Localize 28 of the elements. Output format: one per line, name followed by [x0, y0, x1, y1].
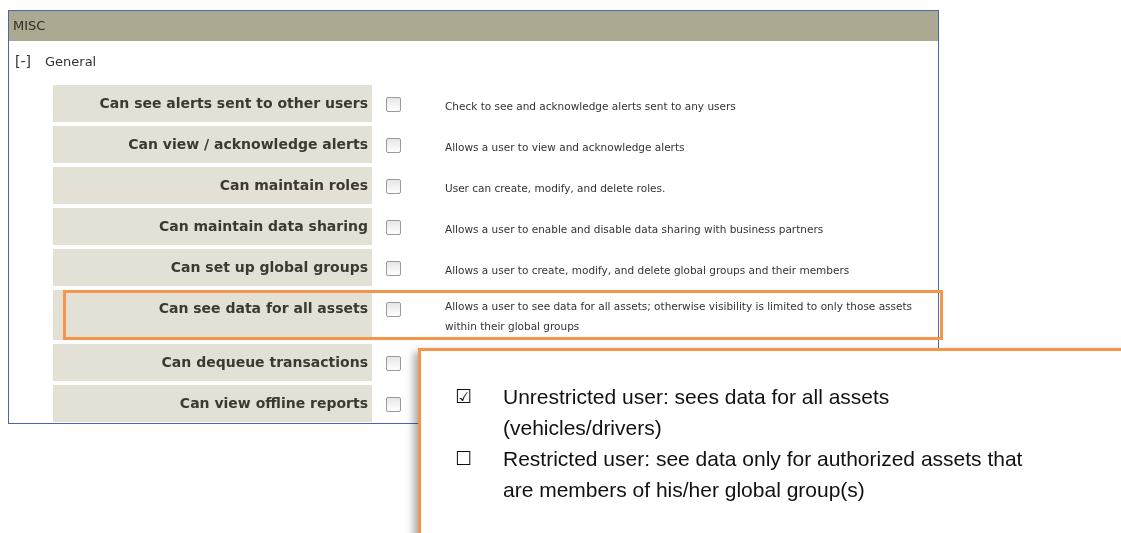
checkbox-glyph: ☐	[455, 446, 474, 471]
section-title: General	[45, 53, 97, 69]
permission-description: Allows a user to create, modify, and delete global groups and their members	[445, 263, 851, 278]
permission-label: Can dequeue transactions	[53, 344, 372, 381]
permission-checkbox[interactable]	[386, 138, 401, 153]
panel-header: MISC	[9, 11, 938, 41]
permission-label: Can maintain roles	[53, 167, 372, 204]
permission-description: Allows a user to view and acknowledge alerts	[445, 140, 686, 155]
checkbox-glyph: ☑	[455, 384, 474, 409]
permission-description: Allows a user to enable and disable data sharing with business partners	[445, 222, 825, 237]
permission-checkbox[interactable]	[386, 179, 401, 194]
permission-label: Can view offline reports	[53, 385, 372, 422]
permission-description: Check to see and acknowledge alerts sent to any users	[445, 99, 737, 114]
permission-checkbox[interactable]	[386, 397, 401, 412]
permission-label: Can set up global groups	[53, 249, 372, 286]
permission-checkbox[interactable]	[386, 220, 401, 235]
permission-checkbox[interactable]	[386, 356, 401, 371]
permission-label: Can see alerts sent to other users	[53, 85, 372, 122]
permission-checkbox[interactable]	[386, 97, 401, 112]
permission-checkbox[interactable]	[386, 302, 401, 317]
permission-label: Can view / acknowledge alerts	[53, 126, 372, 163]
permission-description: Allows a user to see data for all assets; otherwise visibility is limited to only those assets within their global groups	[445, 299, 914, 334]
permission-description: User can create, modify, and delete roles.	[445, 181, 667, 196]
collapse-toggle[interactable]: [-]	[15, 53, 31, 69]
callout-text: Unrestricted user: sees data for all assets (vehicles/drivers)	[503, 384, 891, 441]
permission-label: Can maintain data sharing	[53, 208, 372, 245]
permission-checkbox[interactable]	[386, 261, 401, 276]
callout-text: Restricted user: see data only for authorized assets that are members of his/her global group(s)	[503, 446, 1023, 503]
